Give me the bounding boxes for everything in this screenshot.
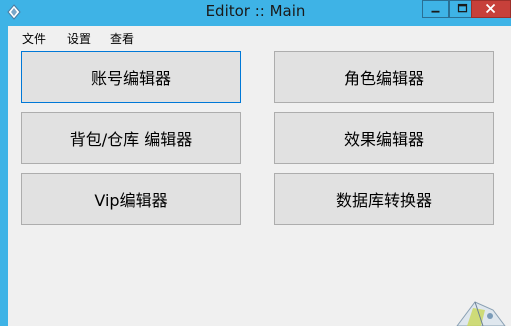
vip-editor-button[interactable]: Vip编辑器 xyxy=(21,173,241,225)
menu-file[interactable]: 文件 xyxy=(18,29,50,48)
close-icon xyxy=(485,3,496,14)
db-converter-label: 数据库转换器 xyxy=(335,191,432,210)
role-editor-button[interactable]: 角色编辑器 xyxy=(274,51,494,103)
menu-bar: 文件 设置 查看 xyxy=(8,26,511,48)
role-editor-label: 角色编辑器 xyxy=(343,69,424,88)
effect-editor-button[interactable]: 效果编辑器 xyxy=(274,112,494,164)
corner-decoration-icon xyxy=(456,301,506,326)
menu-settings[interactable]: 设置 xyxy=(63,29,95,48)
bag-warehouse-editor-label: 背包/仓库 编辑器 xyxy=(69,130,193,149)
account-editor-label: 账号编辑器 xyxy=(90,69,171,88)
effect-editor-label: 效果编辑器 xyxy=(343,130,424,149)
title-bar[interactable]: Editor :: Main xyxy=(0,0,511,26)
bag-warehouse-editor-button[interactable]: 背包/仓库 编辑器 xyxy=(21,112,241,164)
minimize-button[interactable] xyxy=(422,0,449,18)
menu-view[interactable]: 查看 xyxy=(106,29,138,48)
vip-editor-label: Vip编辑器 xyxy=(94,191,168,210)
close-button[interactable] xyxy=(471,0,511,18)
main-client-area: 文件 设置 查看 账号编辑器 角色编辑器 背包/仓库 编辑器 效果编辑器 Vip… xyxy=(8,26,511,326)
account-editor-button[interactable]: 账号编辑器 xyxy=(21,51,241,103)
minimize-icon xyxy=(431,10,440,13)
db-converter-button[interactable]: 数据库转换器 xyxy=(274,173,494,225)
